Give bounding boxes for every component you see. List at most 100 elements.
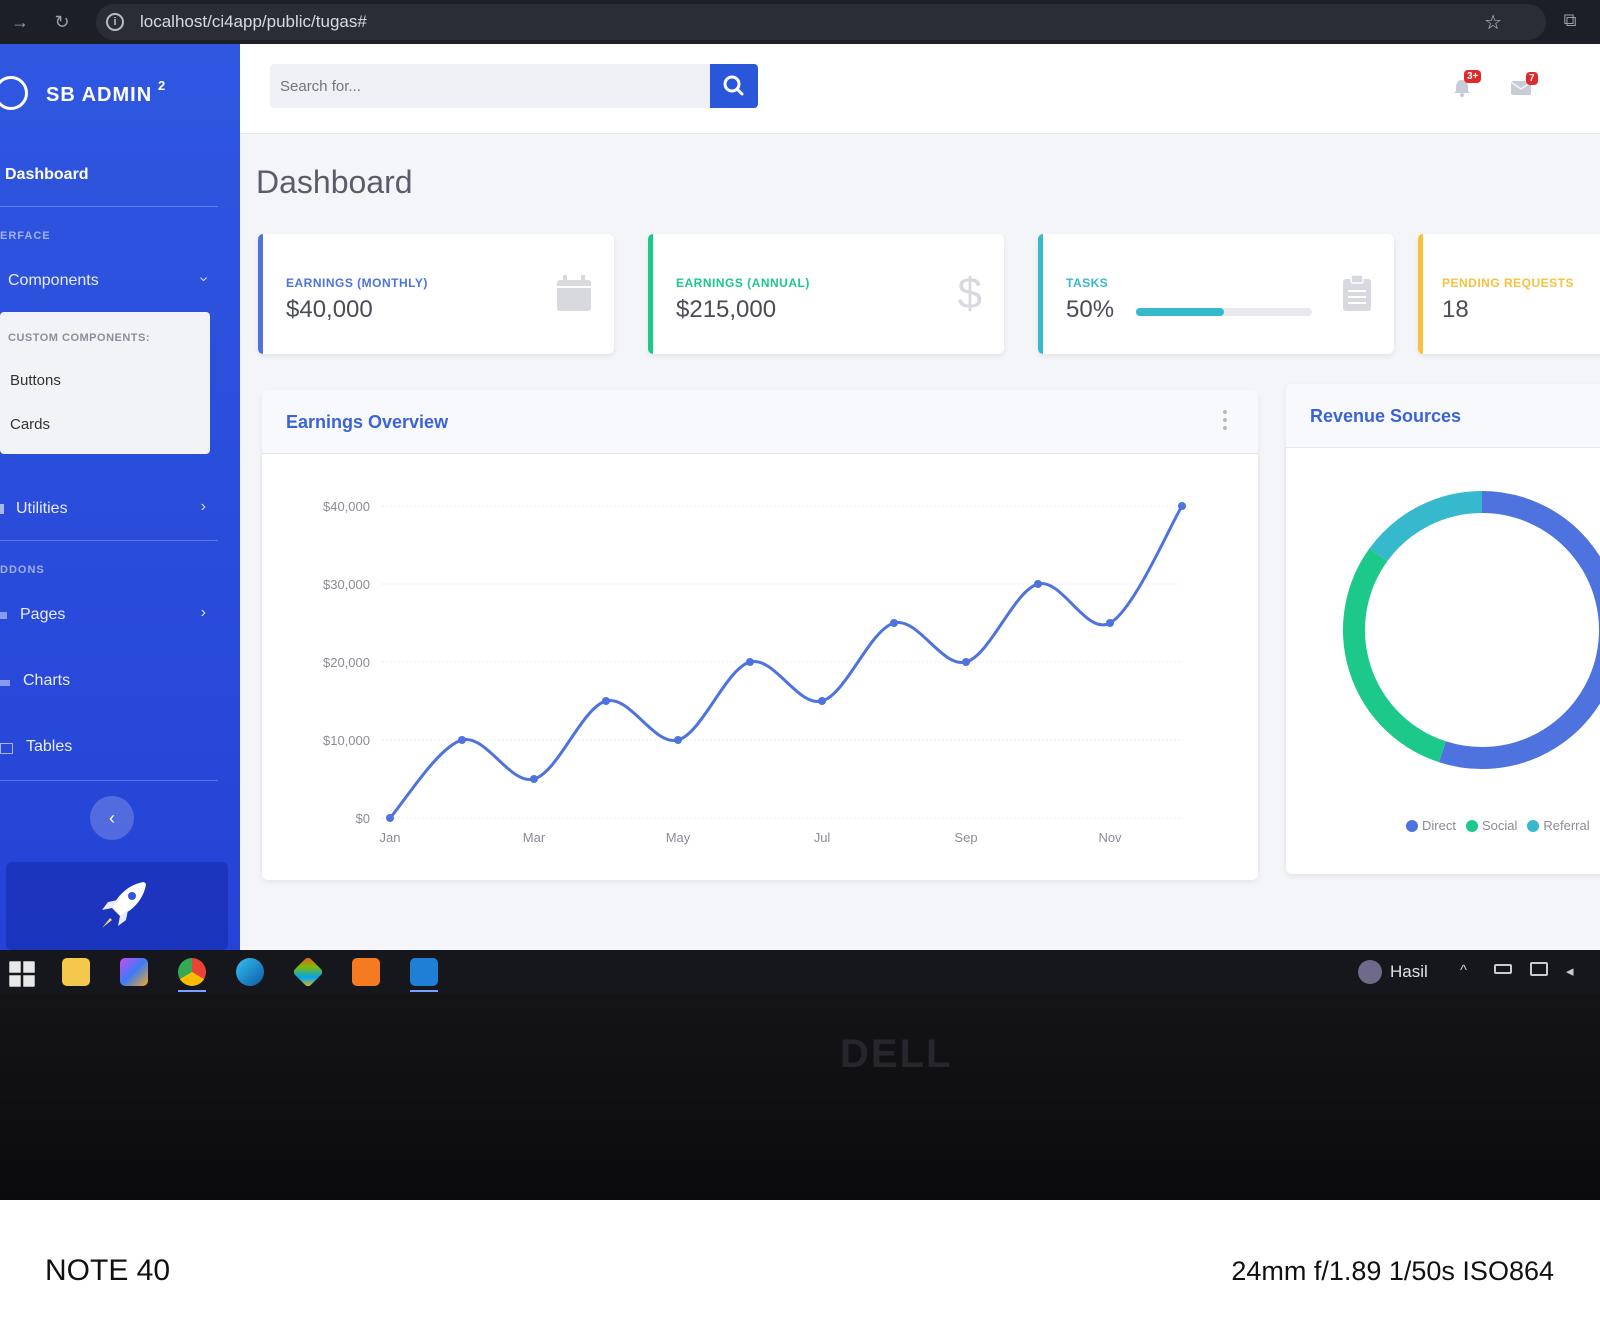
sidebar-item-label: Dashboard xyxy=(5,166,89,183)
data-point xyxy=(890,619,898,627)
tray-user-name[interactable]: Hasil xyxy=(1390,962,1428,982)
data-point xyxy=(674,736,682,744)
stat-value: 18 xyxy=(1442,296,1469,323)
sidebar-item-dashboard[interactable]: Dashboard xyxy=(0,156,220,196)
page-title: Dashboard xyxy=(256,164,413,200)
legend-label: Direct xyxy=(1422,818,1456,833)
extensions-icon[interactable]: ⧉ xyxy=(1556,6,1584,34)
data-point xyxy=(602,697,610,705)
earnings-line-chart: $0 $10,000 $20,000 $30,000 $40,000 Jan Mar May J… xyxy=(323,499,1186,845)
file-explorer-icon[interactable] xyxy=(62,958,90,986)
stat-card-pending-requests: PENDING REQUESTS 18 xyxy=(1418,234,1600,354)
sidebar-item-label: Tables xyxy=(26,738,73,755)
sidebar-card xyxy=(6,862,228,950)
clipboard-icon xyxy=(1342,274,1372,320)
search-button[interactable] xyxy=(710,64,758,108)
admin-app: SB ADMIN 2 Dashboard ERFACE Components ›… xyxy=(0,44,1600,950)
url-text[interactable]: localhost/ci4app/public/tugas# xyxy=(140,12,367,32)
wrench-icon xyxy=(0,504,4,514)
windows-start-icon[interactable] xyxy=(8,960,36,988)
ellipsis-v-icon xyxy=(1223,410,1227,414)
tasks-progress-bar xyxy=(1136,308,1312,316)
submenu-item-buttons[interactable]: Buttons xyxy=(10,372,61,389)
alerts-badge: 3+ xyxy=(1464,70,1482,83)
battery-icon[interactable] xyxy=(1494,964,1512,974)
ellipsis-v-icon xyxy=(1223,426,1227,430)
tasks-progress-fill xyxy=(1136,308,1224,316)
copilot-icon[interactable] xyxy=(120,958,148,986)
chevron-down-icon: › xyxy=(195,276,213,282)
stat-accent xyxy=(1418,234,1423,354)
xampp-icon[interactable] xyxy=(352,958,380,986)
topbar: 3+ 7 xyxy=(240,44,1600,134)
legend-dot xyxy=(1406,820,1418,832)
sidebar-heading: DDONS xyxy=(0,564,45,576)
components-submenu: CUSTOM COMPONENTS: Buttons Cards xyxy=(0,312,210,454)
legend-label: Referral xyxy=(1543,818,1590,833)
alerts-button[interactable]: 3+ xyxy=(1452,70,1482,98)
bookmark-star-icon[interactable]: ☆ xyxy=(1484,10,1502,35)
site-info-icon[interactable]: i xyxy=(106,13,124,31)
taskbar: Hasil ^ ◂ xyxy=(0,950,1600,994)
data-point xyxy=(458,736,466,744)
stat-value: $215,000 xyxy=(676,296,777,323)
data-point xyxy=(1034,580,1042,588)
chrome-icon[interactable] xyxy=(178,958,206,986)
stat-accent xyxy=(1038,234,1043,354)
y-tick-label: $30,000 xyxy=(323,577,370,592)
table-icon xyxy=(0,743,13,754)
chevron-up-icon[interactable]: ^ xyxy=(1460,962,1467,979)
search-group xyxy=(270,64,710,108)
sidebar-item-label: Utilities xyxy=(16,500,68,517)
messages-badge: 7 xyxy=(1526,72,1538,85)
x-tick-label: May xyxy=(666,830,691,845)
card-header: Revenue Sources xyxy=(1286,384,1600,448)
revenue-sources-card: Revenue Sources Direct Social Referral xyxy=(1286,384,1600,874)
stat-value: $40,000 xyxy=(286,296,373,323)
sidebar-item-charts[interactable]: Charts xyxy=(0,662,220,702)
data-point xyxy=(1178,502,1186,510)
sidebar-item-utilities[interactable]: Utilities › xyxy=(0,490,220,530)
stat-label: TASKS xyxy=(1066,276,1109,290)
sidebar-brand[interactable]: SB ADMIN 2 xyxy=(0,64,240,120)
sidebar-item-pages[interactable]: Pages › xyxy=(0,596,220,636)
edge-icon[interactable] xyxy=(236,958,264,986)
vscode-icon[interactable] xyxy=(410,958,438,986)
search-input[interactable] xyxy=(280,64,700,108)
sidebar-toggle-button[interactable]: ‹ xyxy=(90,796,134,840)
y-tick-label: $10,000 xyxy=(323,733,370,748)
volume-icon[interactable]: ◂ xyxy=(1566,962,1574,980)
laptop-bezel: DELL xyxy=(0,994,1600,1200)
sidebar-divider xyxy=(0,780,218,781)
legend-label: Social xyxy=(1481,818,1518,833)
x-tick-label: Jan xyxy=(380,830,401,845)
stat-card-earnings-annual: EARNINGS (ANNUAL) $215,000 $ xyxy=(648,234,1004,354)
network-icon[interactable] xyxy=(1530,962,1548,976)
y-tick-label: $40,000 xyxy=(323,499,370,514)
donut-slice-social xyxy=(1343,548,1447,763)
x-tick-label: Sep xyxy=(954,830,977,845)
submenu-item-cards[interactable]: Cards xyxy=(10,416,50,433)
photo-frame: → ↻ i localhost/ci4app/public/tugas# ☆ ⧉… xyxy=(0,0,1600,1200)
address-bar[interactable]: i localhost/ci4app/public/tugas# ☆ xyxy=(96,4,1546,40)
sidebar-item-label: Charts xyxy=(23,672,71,689)
photos-icon[interactable] xyxy=(292,956,324,988)
user-avatar[interactable] xyxy=(1358,960,1382,984)
search-icon xyxy=(723,75,744,96)
card-header: Earnings Overview xyxy=(262,390,1258,454)
forward-icon[interactable]: → xyxy=(6,8,34,36)
sidebar: SB ADMIN 2 Dashboard ERFACE Components ›… xyxy=(0,44,240,950)
card-title: Earnings Overview xyxy=(286,412,449,432)
reload-icon[interactable]: ↻ xyxy=(48,8,76,36)
card-title: Revenue Sources xyxy=(1310,406,1462,426)
messages-button[interactable]: 7 xyxy=(1510,72,1538,96)
legend-dot xyxy=(1527,820,1540,832)
sidebar-item-components[interactable]: Components › xyxy=(0,262,220,302)
legend-dot xyxy=(1465,820,1478,832)
chart-legend: Direct Social Referral xyxy=(1406,818,1600,833)
legend-item: Referral xyxy=(1527,818,1590,833)
sidebar-item-tables[interactable]: Tables xyxy=(0,728,220,768)
data-point xyxy=(746,658,754,666)
dropdown-toggle[interactable] xyxy=(1222,408,1228,432)
stat-accent xyxy=(258,234,263,354)
